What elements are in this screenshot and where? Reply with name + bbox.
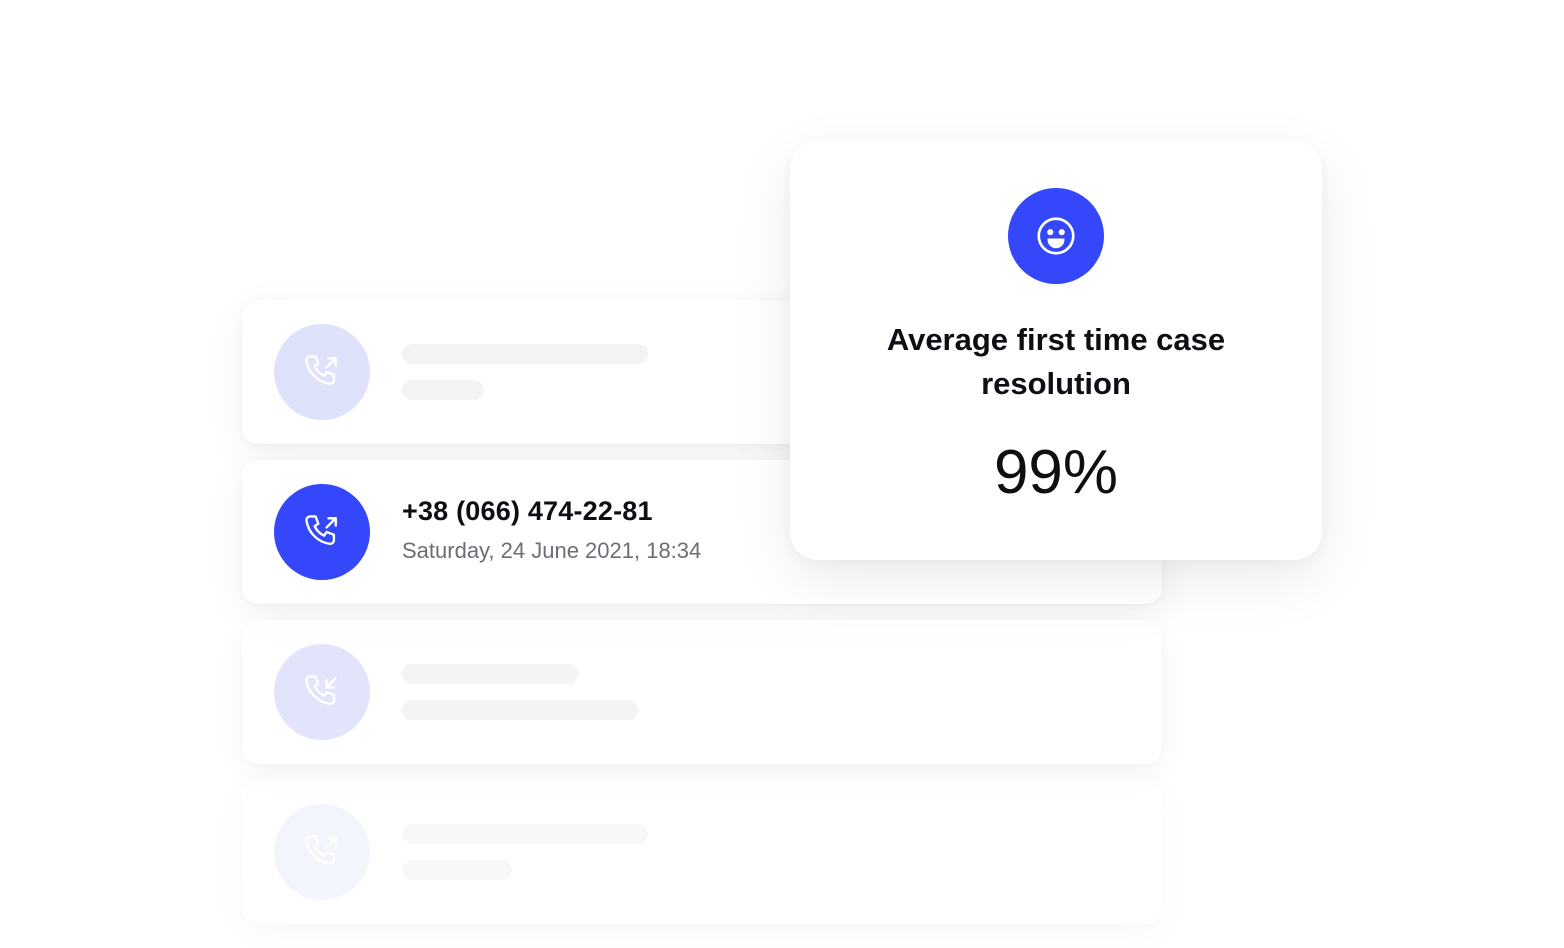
caller-phone-number: +38 (066) 474-22-81 (402, 496, 653, 526)
phone-outgoing-icon (274, 804, 370, 900)
skeleton-line (402, 860, 512, 880)
stat-value: 99% (993, 438, 1119, 507)
call-list-item-placeholder[interactable] (242, 780, 1162, 924)
skeleton-line (402, 824, 648, 844)
call-datetime: Saturday, 24 June 2021, 18:34 (402, 538, 702, 563)
skeleton-line (402, 380, 484, 400)
phone-incoming-icon (274, 644, 370, 740)
smiley-icon (1008, 188, 1104, 284)
call-list-item-placeholder[interactable] (242, 620, 1162, 764)
phone-outgoing-icon (274, 484, 370, 580)
skeleton-line (402, 344, 648, 364)
skeleton-line (402, 664, 578, 684)
stat-title: Average first time case resolution (886, 322, 1226, 401)
phone-outgoing-icon (274, 324, 370, 420)
resolution-stat-card: Average first time case resolution 99% (790, 140, 1322, 560)
skeleton-line (402, 700, 638, 720)
